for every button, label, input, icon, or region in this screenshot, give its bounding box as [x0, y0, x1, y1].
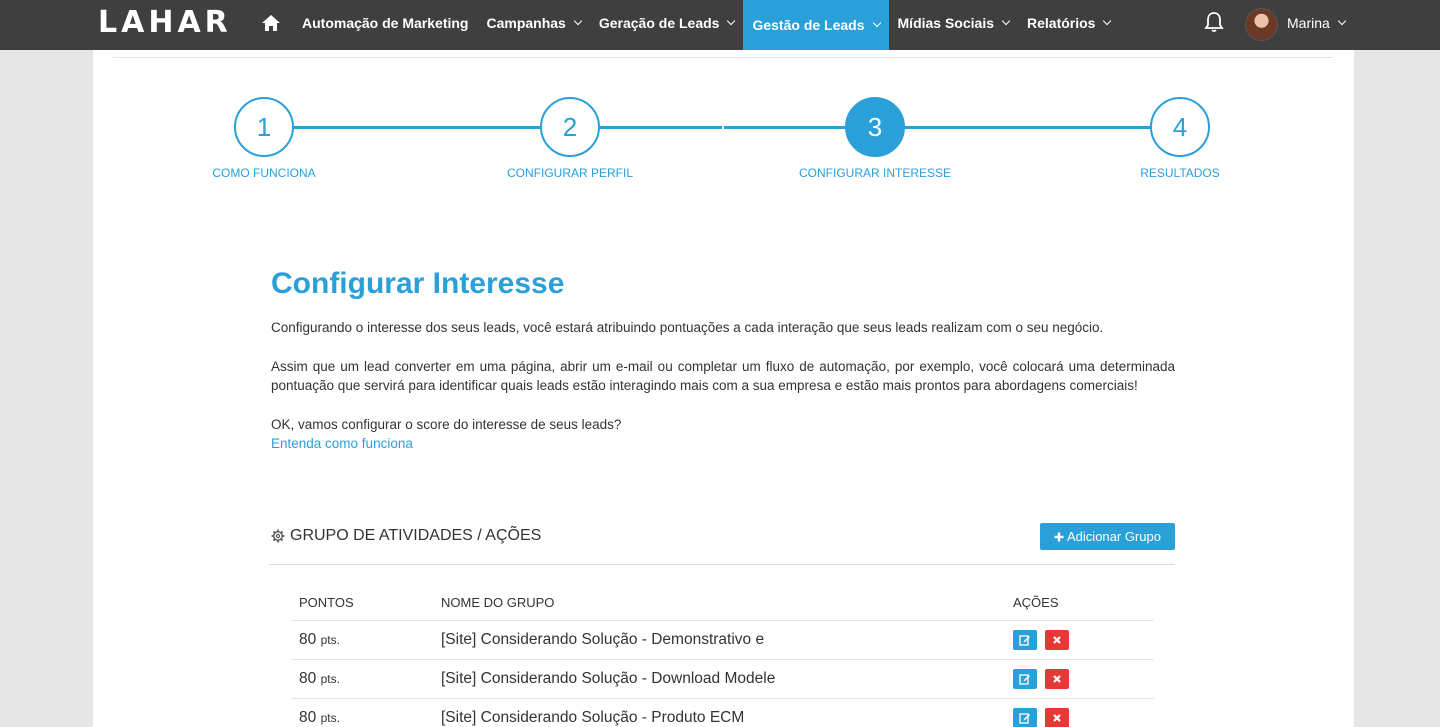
table-header: PONTOS NOME DO GRUPO AÇÕES — [291, 585, 1154, 621]
add-group-button[interactable]: Adicionar Grupo — [1040, 523, 1175, 550]
group-name-cell: [Site] Considerando Solução - Download M… — [441, 670, 776, 687]
edit-button[interactable] — [1013, 630, 1037, 650]
step-3-label[interactable]: CONFIGURAR INTERESSE — [775, 166, 975, 180]
points-value: 80 — [299, 709, 317, 726]
delete-button[interactable] — [1045, 669, 1069, 689]
table-row: 80 pts. [Site] Considerando Solução - Do… — [291, 660, 1154, 699]
intro-section: Configurar Interesse Configurando o inte… — [271, 264, 1175, 454]
bell-icon[interactable] — [1203, 10, 1225, 34]
edit-icon — [1019, 674, 1030, 685]
actions-cell — [1013, 669, 1154, 689]
chevron-down-icon — [1103, 16, 1112, 25]
points-cell: 80 pts. — [291, 631, 441, 649]
menu-label: Gestão de Leads — [752, 17, 865, 33]
menu-campanhas[interactable]: Campanhas — [477, 0, 589, 45]
chevron-down-icon — [573, 16, 583, 25]
question-paragraph: OK, vamos configurar o score do interess… — [271, 416, 622, 432]
table-row: 80 pts. [Site] Considerando Solução - De… — [291, 621, 1154, 660]
lahar-logo[interactable]: LAHAR — [98, 8, 232, 38]
menu-label: Automação de Marketing — [302, 14, 469, 31]
chevron-down-icon — [872, 18, 881, 28]
step-2-label[interactable]: CONFIGURAR PERFIL — [470, 166, 670, 180]
points-suffix: pts. — [320, 633, 340, 647]
divider — [269, 564, 1175, 565]
group-name-cell: [Site] Considerando Solução - Produto EC… — [441, 709, 745, 726]
points-suffix: pts. — [320, 672, 340, 686]
menu-gestao-de-leads[interactable]: Gestão de Leads — [743, 0, 889, 50]
column-header-actions: AÇÕES — [1013, 595, 1059, 610]
step-4-label[interactable]: RESULTADOS — [1080, 166, 1280, 180]
menu-relatorios[interactable]: Relatórios — [1018, 0, 1119, 45]
group-header: GRUPO DE ATIVIDADES / AÇÕES Adicionar Gr… — [271, 523, 1175, 553]
step-3-circle[interactable]: 3 — [845, 97, 905, 157]
points-value: 80 — [299, 631, 317, 648]
step-1-circle[interactable]: 1 — [234, 97, 294, 157]
divider — [113, 57, 1333, 58]
column-header-points: PONTOS — [299, 595, 354, 610]
menu-label: Relatórios — [1027, 14, 1096, 31]
menu-geracao-de-leads[interactable]: Geração de Leads — [590, 0, 744, 45]
edit-icon — [1019, 635, 1030, 646]
step-connector — [294, 126, 722, 129]
points-cell: 80 pts. — [291, 670, 441, 688]
column-header-name: NOME DO GRUPO — [441, 595, 555, 610]
user-name: Marina — [1287, 15, 1330, 31]
menu-automacao-de-marketing[interactable]: Automação de Marketing — [293, 0, 477, 45]
points-value: 80 — [299, 670, 317, 687]
user-menu[interactable]: Marina — [1287, 15, 1347, 31]
plus-icon — [1054, 532, 1064, 542]
step-4-circle[interactable]: 4 — [1150, 97, 1210, 157]
points-suffix: pts. — [320, 711, 340, 725]
avatar[interactable] — [1245, 8, 1278, 41]
menu-label: Mídias Sociais — [897, 14, 994, 31]
close-icon — [1053, 675, 1061, 683]
chevron-down-icon — [1001, 16, 1011, 25]
chevron-down-icon — [727, 16, 736, 25]
step-connector — [724, 126, 1152, 129]
page-title: Configurar Interesse — [271, 267, 565, 300]
top-navbar: LAHAR Automação de Marketing Campanhas G… — [0, 0, 1440, 50]
points-cell: 80 pts. — [291, 709, 441, 727]
group-name-cell: [Site] Considerando Solução - Demonstrat… — [441, 631, 765, 648]
menu-label: Campanhas — [486, 14, 566, 31]
add-group-label: Adicionar Grupo — [1067, 529, 1161, 544]
menu-label: Geração de Leads — [598, 14, 720, 31]
step-2-circle[interactable]: 2 — [540, 97, 600, 157]
group-title-text: GRUPO DE ATIVIDADES / AÇÕES — [290, 527, 542, 544]
step-1-label[interactable]: COMO FUNCIONA — [164, 166, 364, 180]
chevron-down-icon — [1337, 16, 1347, 26]
edit-button[interactable] — [1013, 708, 1037, 727]
actions-cell — [1013, 630, 1154, 650]
table-row: 80 pts. [Site] Considerando Solução - Pr… — [291, 699, 1154, 727]
actions-cell — [1013, 708, 1154, 727]
delete-button[interactable] — [1045, 630, 1069, 650]
edit-button[interactable] — [1013, 669, 1037, 689]
edit-icon — [1019, 713, 1030, 724]
menu-midias-sociais[interactable]: Mídias Sociais — [889, 0, 1018, 45]
home-icon[interactable] — [260, 12, 282, 34]
how-it-works-link[interactable]: Entenda como funciona — [271, 434, 413, 454]
gear-icon — [271, 529, 285, 543]
intro-paragraph: Configurando o interesse dos seus leads,… — [271, 320, 1104, 335]
close-icon — [1053, 714, 1061, 722]
delete-button[interactable] — [1045, 708, 1069, 727]
group-title: GRUPO DE ATIVIDADES / AÇÕES — [271, 527, 541, 545]
close-icon — [1053, 636, 1061, 644]
groups-table: PONTOS NOME DO GRUPO AÇÕES 80 pts. [Site… — [291, 585, 1154, 727]
main-menu: Automação de Marketing Campanhas Geração… — [293, 0, 1119, 50]
description-paragraph: Assim que um lead converter em uma págin… — [271, 358, 1175, 394]
